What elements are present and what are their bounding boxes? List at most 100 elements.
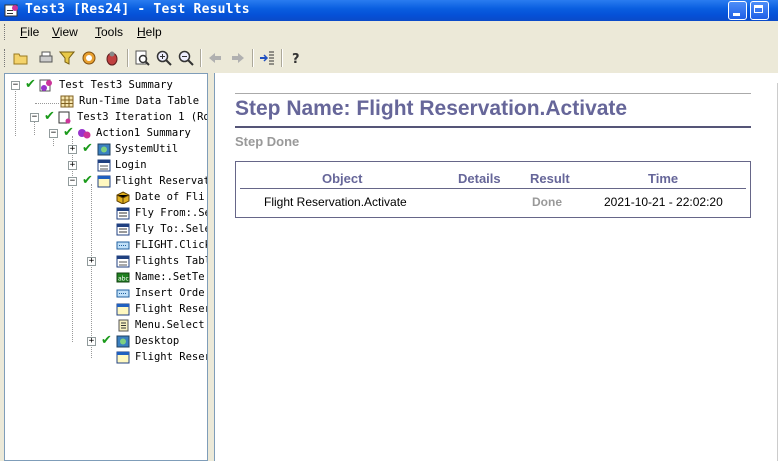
tree-node-label: Action1 Summary bbox=[96, 127, 191, 139]
step-details-pane: Step Name: Flight Reservation.Activate S… bbox=[214, 73, 778, 461]
window-icon bbox=[116, 351, 130, 364]
tree-node-iteration[interactable]: − ✔ Test3 Iteration 1 (Ro bbox=[5, 109, 208, 126]
tree-node-label: Date of Fli bbox=[135, 191, 205, 203]
column-header-time: Time bbox=[648, 171, 679, 186]
column-header-object: Object bbox=[322, 171, 363, 186]
tree-node-label: Login bbox=[115, 159, 147, 171]
tree-node-name-settext[interactable]: abc Name:.SetTe bbox=[5, 270, 207, 286]
table-header: Object Details Result Time bbox=[240, 166, 746, 189]
print-icon[interactable] bbox=[38, 50, 54, 66]
zoom-in-icon[interactable] bbox=[156, 50, 172, 66]
tree-node-date-of-flight[interactable]: Date of Fli bbox=[5, 190, 207, 206]
filter-icon[interactable] bbox=[59, 50, 75, 66]
tree-node-insert-order[interactable]: Insert Orde bbox=[5, 286, 207, 302]
tree-node-label: Run-Time Data Table bbox=[79, 95, 200, 107]
menu-help-rest: elp bbox=[145, 25, 162, 39]
svg-text:?: ? bbox=[292, 52, 300, 66]
tree-node-label: Menu.Select bbox=[135, 319, 205, 331]
toolbar: ? bbox=[0, 45, 320, 71]
tree-node-label: Test3 Iteration 1 (Ro bbox=[77, 111, 208, 123]
dialog-icon bbox=[116, 255, 130, 268]
collapse-toggle[interactable]: − bbox=[11, 81, 20, 90]
systemutil-icon bbox=[97, 143, 111, 156]
step-results-table: Object Details Result Time Flight Reserv… bbox=[235, 161, 751, 218]
collapse-toggle[interactable]: − bbox=[68, 177, 77, 186]
collapse-toggle[interactable]: − bbox=[49, 129, 58, 138]
tree-node-flight-click[interactable]: FLIGHT.Click bbox=[5, 238, 208, 254]
menu-file[interactable]: File bbox=[20, 25, 39, 39]
menu-help-accel: H bbox=[137, 25, 146, 39]
cell-result: Done bbox=[532, 195, 562, 209]
cell-time: 2021-10-21 - 22:02:20 bbox=[604, 195, 723, 209]
help-icon[interactable]: ? bbox=[288, 50, 304, 66]
object-icon bbox=[116, 191, 130, 204]
tree-node-systemutil[interactable]: + ✔ SystemUtil bbox=[5, 141, 207, 158]
tree-node-label: Fly To:.Sele bbox=[135, 223, 208, 235]
open-icon[interactable] bbox=[13, 50, 29, 66]
divider bbox=[235, 93, 751, 94]
collapse-toggle[interactable]: − bbox=[30, 113, 39, 122]
expand-toggle[interactable]: + bbox=[87, 337, 96, 346]
iteration-icon bbox=[58, 111, 71, 124]
tree-node-label: Insert Orde bbox=[135, 287, 205, 299]
button-icon bbox=[116, 241, 130, 250]
tree-node-data-table[interactable]: Run-Time Data Table bbox=[5, 94, 207, 110]
combobox-icon bbox=[116, 207, 130, 220]
find-icon[interactable] bbox=[81, 50, 97, 66]
column-header-details: Details bbox=[458, 171, 501, 186]
tree-node-test-summary[interactable]: − ✔ Test Test3 Summary bbox=[5, 77, 207, 94]
tree-node-flights-table[interactable]: + Flights Tabl bbox=[5, 254, 207, 270]
tree-node-label: Test Test3 Summary bbox=[59, 79, 173, 91]
tree-node-label: FLIGHT.Click bbox=[135, 239, 208, 251]
tree-node-fly-to[interactable]: Fly To:.Sele bbox=[5, 222, 208, 238]
bug-icon[interactable] bbox=[104, 50, 120, 66]
pass-check-icon: ✔ bbox=[63, 125, 74, 140]
tree-node-action1[interactable]: − ✔ Action1 Summary bbox=[5, 125, 207, 142]
menu-bar-grip[interactable] bbox=[4, 24, 8, 40]
divider bbox=[235, 126, 751, 128]
pass-check-icon: ✔ bbox=[82, 173, 93, 188]
pass-check-icon: ✔ bbox=[82, 141, 93, 156]
tree-node-login[interactable]: + Login bbox=[5, 158, 207, 174]
window-icon bbox=[97, 175, 111, 188]
pass-check-icon: ✔ bbox=[25, 77, 36, 92]
menu-view-rest: iew bbox=[59, 25, 78, 39]
results-tree[interactable]: − ✔ Test Test3 Summary Run-Time Data Tab… bbox=[4, 73, 208, 461]
pass-check-icon: ✔ bbox=[44, 109, 55, 124]
menu-icon bbox=[118, 319, 129, 332]
maximize-button[interactable] bbox=[750, 1, 769, 20]
step-name-heading: Step Name: Flight Reservation.Activate bbox=[235, 97, 628, 120]
svg-text:abc: abc bbox=[118, 276, 129, 283]
tree-node-desktop[interactable]: + ✔ Desktop bbox=[5, 333, 207, 350]
step-status-heading: Step Done bbox=[235, 134, 300, 149]
window-title: Test3 [Res24] - Test Results bbox=[25, 2, 250, 17]
toolbar-grip[interactable] bbox=[4, 49, 8, 67]
tree-node-label: Flight Reser bbox=[135, 303, 207, 315]
tree-node-flight-reservation[interactable]: − ✔ Flight Reservati bbox=[5, 173, 208, 190]
menu-view[interactable]: View bbox=[52, 25, 78, 39]
button-icon bbox=[116, 289, 130, 298]
back-arrow-icon[interactable] bbox=[207, 50, 223, 66]
tree-node-flight-reservation-2[interactable]: Flight Reser bbox=[5, 350, 208, 366]
expand-toggle[interactable]: + bbox=[68, 161, 77, 170]
expand-toggle[interactable]: + bbox=[87, 257, 96, 266]
tree-node-label: Flight Reser bbox=[135, 351, 208, 363]
column-header-result: Result bbox=[530, 171, 570, 186]
menu-help[interactable]: Help bbox=[137, 25, 162, 39]
tree-node-menu-select[interactable]: Menu.Select bbox=[5, 318, 207, 334]
title-bar: Test3 [Res24] - Test Results bbox=[0, 0, 778, 21]
jump-to-step-icon[interactable] bbox=[259, 50, 275, 66]
minimize-button[interactable] bbox=[728, 1, 747, 20]
forward-arrow-icon[interactable] bbox=[230, 50, 246, 66]
menu-bar: File View Tools Help bbox=[0, 21, 778, 43]
tree-node-label: Flight Reservati bbox=[115, 175, 208, 187]
zoom-out-icon[interactable] bbox=[178, 50, 194, 66]
tree-node-fly-from[interactable]: Fly From:.Se bbox=[5, 206, 207, 222]
test-summary-icon bbox=[39, 79, 52, 92]
preview-icon[interactable] bbox=[134, 50, 150, 66]
expand-toggle[interactable]: + bbox=[68, 145, 77, 154]
menu-tools[interactable]: Tools bbox=[95, 25, 123, 39]
test-results-app-icon bbox=[4, 4, 18, 17]
combobox-icon bbox=[116, 223, 130, 236]
tree-node-flight-reservation-activate[interactable]: Flight Reser bbox=[5, 302, 207, 318]
